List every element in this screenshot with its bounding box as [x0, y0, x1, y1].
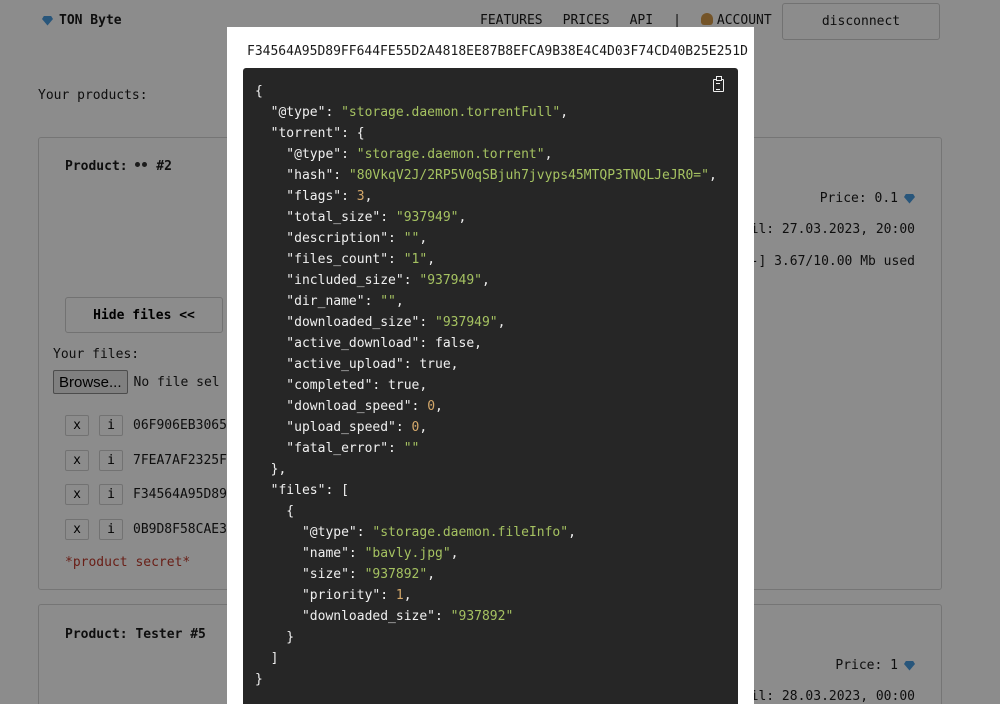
code-text: "flags": — [255, 189, 357, 204]
code-string: "937892" — [364, 567, 428, 582]
clipboard-icon[interactable] — [713, 76, 724, 92]
code-string: "937949" — [419, 273, 482, 288]
code-line: "fatal_error": "" — [255, 438, 726, 459]
code-line: "files": [ — [255, 480, 726, 501]
code-text: "downloaded_size": — [255, 315, 436, 330]
code-line: { — [255, 501, 726, 522]
code-text: , — [568, 525, 576, 540]
code-line: "completed": true, — [255, 375, 726, 396]
code-line: { — [255, 81, 726, 102]
code-string: "937892" — [450, 609, 514, 624]
code-text: "active_upload": true, — [255, 357, 459, 372]
code-text: { — [255, 504, 295, 519]
code-text: "active_download": false, — [255, 336, 482, 351]
code-line: "download_speed": 0, — [255, 396, 726, 417]
code-text: } — [255, 630, 295, 645]
code-text: , — [427, 567, 436, 582]
code-text: "included_size": — [255, 273, 420, 288]
code-line: "downloaded_size": "937949", — [255, 312, 726, 333]
code-text: "files_count": — [255, 252, 404, 267]
code-string: "storage.daemon.torrent" — [356, 147, 545, 162]
code-text: , — [435, 399, 443, 414]
code-line: } — [255, 627, 726, 648]
code-string: "storage.daemon.torrentFull" — [341, 105, 561, 120]
code-line: "@type": "storage.daemon.torrentFull", — [255, 102, 726, 123]
code-string: "storage.daemon.fileInfo" — [372, 525, 569, 540]
file-info-modal: F34564A95D89FF644FE55D2A4818EE87B8EFCA9B… — [227, 27, 754, 704]
code-line: "description": "", — [255, 228, 726, 249]
code-number: 0 — [427, 399, 436, 414]
code-text: "dir_name": — [255, 294, 381, 309]
code-text: "name": — [255, 546, 365, 561]
code-text: "@type": — [255, 147, 357, 162]
code-text: "downloaded_size": — [255, 609, 451, 624]
code-string: "" — [403, 441, 420, 456]
code-text: "description": — [255, 231, 404, 246]
code-text: "upload_speed": — [255, 420, 412, 435]
code-text: , — [544, 147, 553, 162]
code-text: , — [419, 420, 428, 435]
code-text: , — [482, 273, 490, 288]
code-text: "total_size": — [255, 210, 396, 225]
code-text: "hash": — [255, 168, 349, 183]
code-string: "937949" — [395, 210, 459, 225]
code-text: "fatal_error": — [255, 441, 404, 456]
code-line: "torrent": { — [255, 123, 726, 144]
code-text: , — [497, 315, 506, 330]
code-line: "downloaded_size": "937892" — [255, 606, 726, 627]
code-text: }, — [255, 462, 287, 477]
code-text: "download_speed": — [255, 399, 428, 414]
code-line: "@type": "storage.daemon.torrent", — [255, 144, 726, 165]
code-line: "flags": 3, — [255, 186, 726, 207]
code-line: "total_size": "937949", — [255, 207, 726, 228]
json-lines: { "@type": "storage.daemon.torrentFull",… — [255, 81, 726, 690]
code-text: , — [419, 231, 428, 246]
code-line: "@type": "storage.daemon.fileInfo", — [255, 522, 726, 543]
code-string: "937949" — [435, 315, 498, 330]
code-line: }, — [255, 459, 726, 480]
code-line: "dir_name": "", — [255, 291, 726, 312]
code-number: 3 — [356, 189, 365, 204]
code-text: , — [450, 546, 459, 561]
code-line: "active_upload": true, — [255, 354, 726, 375]
code-text: , — [458, 210, 467, 225]
code-text: "@type": — [255, 105, 342, 120]
code-text: "@type": — [255, 525, 373, 540]
code-string: "" — [380, 294, 396, 309]
code-text: "priority": — [255, 588, 396, 603]
code-text: , — [403, 588, 412, 603]
modal-title-hash: F34564A95D89FF644FE55D2A4818EE87B8EFCA9B… — [247, 44, 748, 59]
code-line: "hash": "80VkqV2J/2RP5V0qSBjuh7jvyps45MT… — [255, 165, 726, 186]
code-line: ] — [255, 648, 726, 669]
code-string: "bavly.jpg" — [364, 546, 451, 561]
code-text: } — [255, 672, 263, 687]
code-text: "completed": true, — [255, 378, 428, 393]
code-string: "1" — [403, 252, 428, 267]
code-text: , — [395, 294, 404, 309]
code-text: , — [560, 105, 569, 120]
code-text: , — [708, 168, 717, 183]
code-text: ] — [255, 651, 279, 666]
code-text: "torrent": { — [255, 126, 365, 141]
code-line: "included_size": "937949", — [255, 270, 726, 291]
code-line: "active_download": false, — [255, 333, 726, 354]
code-line: "upload_speed": 0, — [255, 417, 726, 438]
code-line: } — [255, 669, 726, 690]
code-line: "priority": 1, — [255, 585, 726, 606]
code-text: , — [364, 189, 373, 204]
code-text: "files": [ — [255, 483, 349, 498]
json-code-block: { "@type": "storage.daemon.torrentFull",… — [243, 68, 738, 704]
code-text: { — [255, 84, 263, 99]
code-text: , — [427, 252, 436, 267]
code-string: "" — [403, 231, 420, 246]
code-number: 1 — [395, 588, 404, 603]
code-text: "size": — [255, 567, 365, 582]
code-line: "files_count": "1", — [255, 249, 726, 270]
code-line: "name": "bavly.jpg", — [255, 543, 726, 564]
code-string: "80VkqV2J/2RP5V0qSBjuh7jvyps45MTQP3TNQLJ… — [348, 168, 709, 183]
code-line: "size": "937892", — [255, 564, 726, 585]
